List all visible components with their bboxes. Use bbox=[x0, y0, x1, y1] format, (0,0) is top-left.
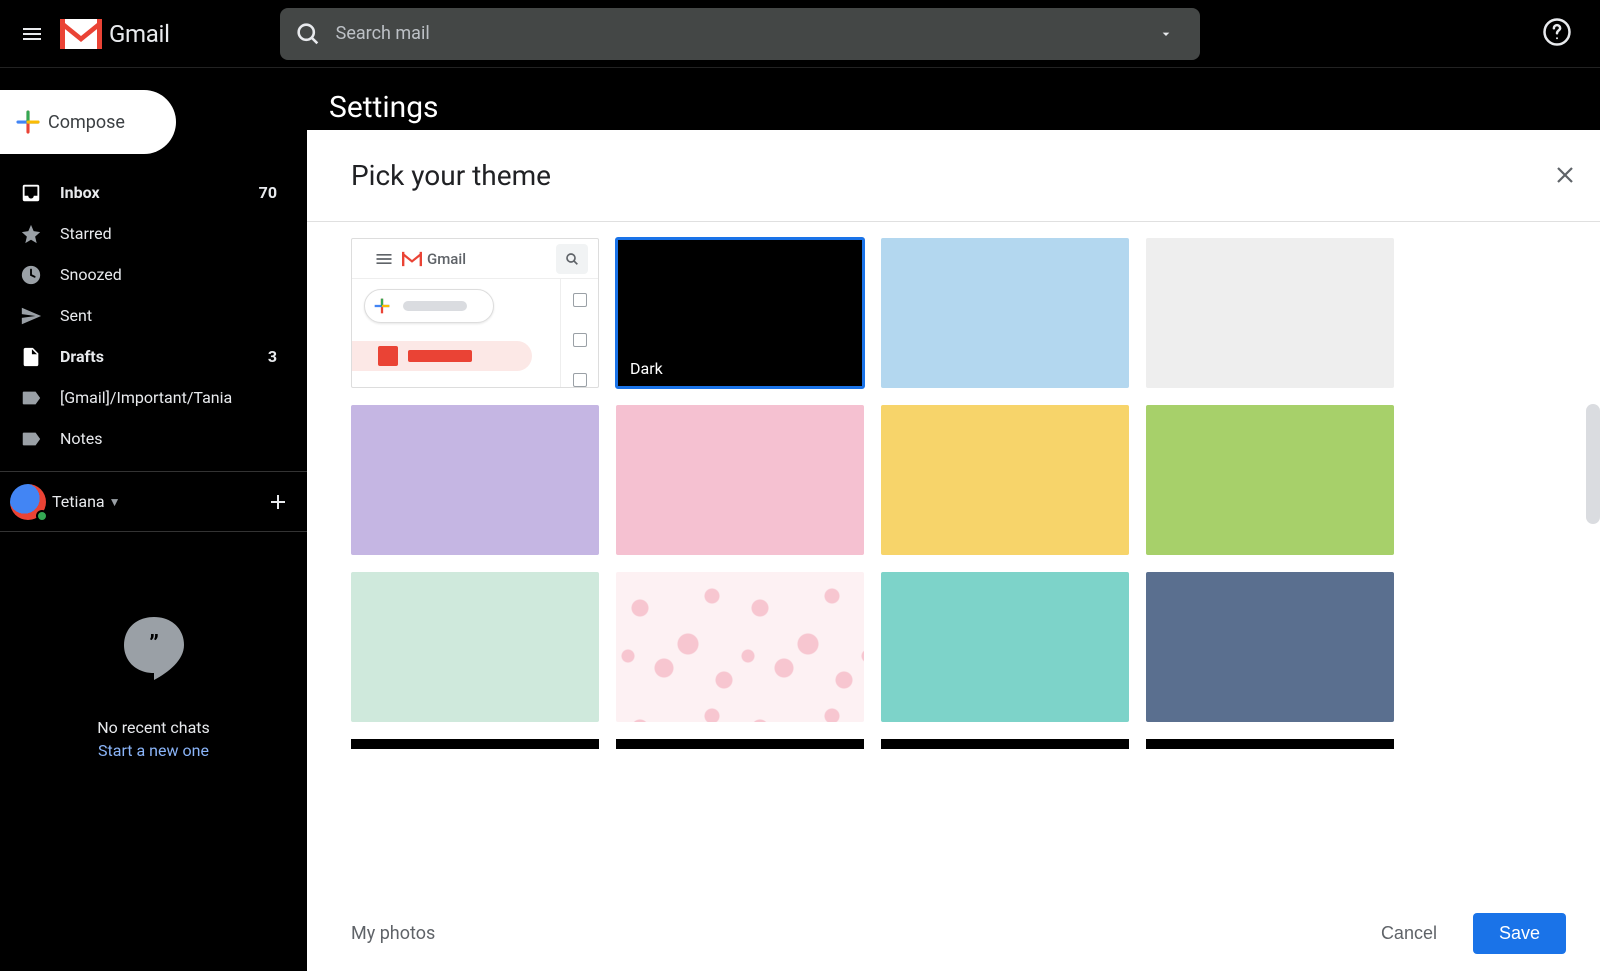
theme-tile[interactable] bbox=[351, 572, 599, 722]
theme-tile[interactable] bbox=[1146, 572, 1394, 722]
sidebar-item--gmail-important-tania[interactable]: [Gmail]/Important/Tania bbox=[0, 377, 307, 418]
theme-grid: Gmail Dark bbox=[351, 238, 1580, 722]
app-header: Gmail Search mail bbox=[0, 0, 1600, 68]
theme-peek-row bbox=[351, 739, 1580, 749]
sidebar-item-snoozed[interactable]: Snoozed bbox=[0, 254, 307, 295]
send-icon bbox=[18, 303, 44, 329]
sidebar-item-count: 70 bbox=[259, 183, 277, 202]
theme-tile[interactable] bbox=[616, 405, 864, 555]
hangouts-icon: ” bbox=[119, 612, 189, 682]
sidebar-item-label: Notes bbox=[60, 429, 307, 448]
dialog-title: Pick your theme bbox=[351, 159, 551, 192]
compose-label: Compose bbox=[48, 112, 125, 133]
chevron-down-icon[interactable] bbox=[1158, 26, 1174, 42]
sidebar-item-label: Starred bbox=[60, 224, 307, 243]
label-icon bbox=[18, 426, 44, 452]
menu-icon bbox=[20, 22, 44, 46]
dialog-close-button[interactable] bbox=[1548, 158, 1582, 192]
file-icon bbox=[18, 344, 44, 370]
theme-tile[interactable] bbox=[616, 572, 864, 722]
sidebar: Compose Inbox70 Starred Snoozed Sent Drafts3… bbox=[0, 68, 307, 971]
new-chat-button[interactable] bbox=[263, 487, 293, 517]
nav-list: Inbox70 Starred Snoozed Sent Drafts3 [Gmail]/… bbox=[0, 172, 307, 459]
search-icon bbox=[294, 20, 322, 48]
theme-tile-peek[interactable] bbox=[351, 739, 599, 749]
svg-text:”: ” bbox=[149, 630, 159, 658]
theme-tile-peek[interactable] bbox=[1146, 739, 1394, 749]
save-button[interactable]: Save bbox=[1473, 913, 1566, 954]
sidebar-item-label: Sent bbox=[60, 306, 307, 325]
start-new-chat-link[interactable]: Start a new one bbox=[98, 741, 209, 760]
mini-inbox-row bbox=[352, 341, 532, 371]
search-bar[interactable]: Search mail bbox=[280, 8, 1200, 60]
sidebar-item-label: Drafts bbox=[60, 347, 268, 366]
help-button[interactable] bbox=[1542, 17, 1572, 51]
sidebar-item-notes[interactable]: Notes bbox=[0, 418, 307, 459]
menu-icon bbox=[374, 249, 394, 269]
dialog-footer: My photos Cancel Save bbox=[307, 895, 1600, 971]
presence-dot bbox=[36, 510, 48, 522]
theme-tile[interactable] bbox=[1146, 238, 1394, 388]
theme-tile[interactable] bbox=[881, 405, 1129, 555]
theme-tile-dark[interactable]: Dark bbox=[616, 238, 864, 388]
gmail-icon bbox=[402, 251, 422, 267]
sidebar-item-starred[interactable]: Starred bbox=[0, 213, 307, 254]
sidebar-item-inbox[interactable]: Inbox70 bbox=[0, 172, 307, 213]
gmail-icon bbox=[60, 19, 102, 49]
cancel-button[interactable]: Cancel bbox=[1361, 913, 1457, 954]
hangouts-header: Tetiana ▼ bbox=[0, 472, 307, 532]
plus-icon bbox=[8, 102, 48, 142]
sidebar-item-count: 3 bbox=[268, 347, 277, 366]
main: Settings Pick your theme GmailDark My ph… bbox=[307, 68, 1600, 971]
scrollbar-thumb[interactable] bbox=[1586, 404, 1600, 524]
theme-dialog: Pick your theme Gmail Dark My photos Canc… bbox=[307, 130, 1600, 971]
sidebar-item-sent[interactable]: Sent bbox=[0, 295, 307, 336]
hangouts-name: Tetiana bbox=[52, 492, 105, 511]
label-icon bbox=[18, 385, 44, 411]
theme-tile[interactable] bbox=[881, 572, 1129, 722]
theme-tile[interactable] bbox=[1146, 405, 1394, 555]
plus-icon bbox=[266, 490, 290, 514]
search-placeholder: Search mail bbox=[336, 23, 1158, 44]
app-logo[interactable]: Gmail bbox=[60, 19, 170, 49]
theme-tile-peek[interactable] bbox=[616, 739, 864, 749]
dialog-header: Pick your theme bbox=[307, 130, 1600, 222]
theme-tile-label: Dark bbox=[630, 359, 663, 378]
theme-tile-peek[interactable] bbox=[881, 739, 1129, 749]
main-menu-button[interactable] bbox=[8, 10, 56, 58]
theme-tile[interactable]: Gmail bbox=[351, 238, 599, 388]
sidebar-item-label: Snoozed bbox=[60, 265, 307, 284]
theme-tile[interactable] bbox=[881, 238, 1129, 388]
mini-compose bbox=[364, 289, 494, 323]
chevron-down-icon[interactable]: ▼ bbox=[109, 495, 121, 509]
sidebar-item-label: [Gmail]/Important/Tania bbox=[60, 388, 307, 407]
sidebar-item-label: Inbox bbox=[60, 183, 259, 202]
no-recent-chats-text: No recent chats bbox=[97, 718, 210, 737]
app-name: Gmail bbox=[109, 20, 170, 48]
dialog-body: Gmail Dark bbox=[307, 222, 1600, 895]
theme-preview-header: Gmail bbox=[352, 239, 598, 279]
my-photos-link[interactable]: My photos bbox=[351, 923, 435, 944]
hangouts-body: ” No recent chats Start a new one bbox=[0, 532, 307, 760]
compose-button[interactable]: Compose bbox=[0, 90, 176, 154]
theme-tile[interactable] bbox=[351, 405, 599, 555]
star-icon bbox=[18, 221, 44, 247]
theme-preview-app-name: Gmail bbox=[427, 250, 466, 268]
search-icon bbox=[556, 244, 588, 274]
close-icon bbox=[1553, 163, 1577, 187]
sidebar-item-drafts[interactable]: Drafts3 bbox=[0, 336, 307, 377]
help-icon bbox=[1542, 17, 1572, 47]
avatar[interactable] bbox=[10, 484, 46, 520]
clock-icon bbox=[18, 262, 44, 288]
inbox-icon bbox=[18, 180, 44, 206]
